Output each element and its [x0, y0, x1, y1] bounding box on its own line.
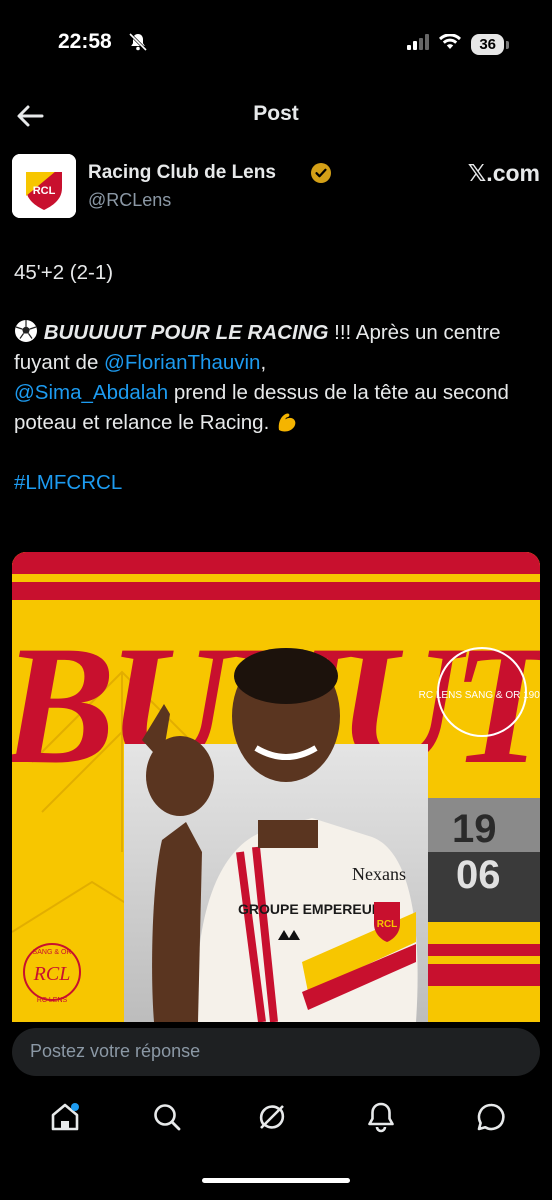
mention-thauvin[interactable]: @FlorianThauvin: [104, 351, 260, 374]
crest-text: RCL: [377, 919, 398, 930]
notifications-icon[interactable]: [364, 1100, 398, 1134]
post-score: 45'+2 (2-1): [14, 261, 114, 284]
wifi-icon: [439, 33, 462, 55]
svg-text:RCL: RCL: [33, 185, 56, 197]
battery-indicator: 36: [471, 34, 509, 55]
rcl-logo: RCL: [33, 963, 71, 985]
reply-input[interactable]: Postez votre réponse: [12, 1028, 540, 1076]
bottom-navigation: [0, 1090, 552, 1150]
soccer-ball-icon: [14, 319, 38, 343]
reply-placeholder: Postez votre réponse: [30, 1041, 201, 1061]
year-top: 19: [452, 807, 497, 851]
post-body: 45'+2 (2-1) BUUUUUT POUR LE RACING !!! A…: [14, 258, 534, 498]
post-image[interactable]: BUUUT 19 06 RC LENS SANG & OR 1906 Nexan…: [12, 552, 540, 1022]
rcl-logo-top: SANG & OR: [33, 949, 72, 956]
author-name[interactable]: Racing Club de Lens: [88, 162, 276, 184]
home-icon[interactable]: [48, 1100, 82, 1134]
status-bar: 22:58 36: [0, 0, 552, 92]
shirt-sponsor-text: GROUPE EMPEREUR: [238, 901, 382, 917]
rcl-logo-bottom: RC LENS: [37, 997, 68, 1004]
hashtag-link[interactable]: #LMFCRCL: [14, 471, 122, 494]
author-handle[interactable]: @RCLens: [88, 190, 171, 211]
verified-badge-icon: [310, 162, 332, 189]
home-indicator: [202, 1178, 350, 1183]
flexed-biceps-icon: [275, 408, 301, 434]
post-paragraph: BUUUUUT POUR LE RACING !!! Après un cent…: [14, 319, 509, 434]
page-title: Post: [253, 102, 299, 125]
top-header: Post: [0, 92, 552, 140]
post-highlight: BUUUUUT POUR LE RACING: [43, 321, 329, 344]
status-time: 22:58: [58, 30, 112, 53]
grok-icon[interactable]: [255, 1100, 289, 1134]
year-bottom: 06: [456, 853, 501, 897]
avatar[interactable]: RCL: [12, 154, 76, 218]
badge-text: RC LENS SANG & OR 1906: [419, 690, 540, 701]
cellular-icon: [407, 34, 430, 55]
mention-abdalah[interactable]: @Sima_Abdalah: [14, 381, 168, 404]
messages-icon[interactable]: [474, 1100, 508, 1134]
x-com-label: 𝕏.com: [467, 160, 540, 186]
sponsor-text: Nexans: [352, 864, 406, 884]
post-author[interactable]: RCL Racing Club de Lens @RCLens 𝕏.com: [12, 154, 540, 220]
search-icon[interactable]: [150, 1100, 184, 1134]
bell-off-icon: [128, 32, 148, 57]
